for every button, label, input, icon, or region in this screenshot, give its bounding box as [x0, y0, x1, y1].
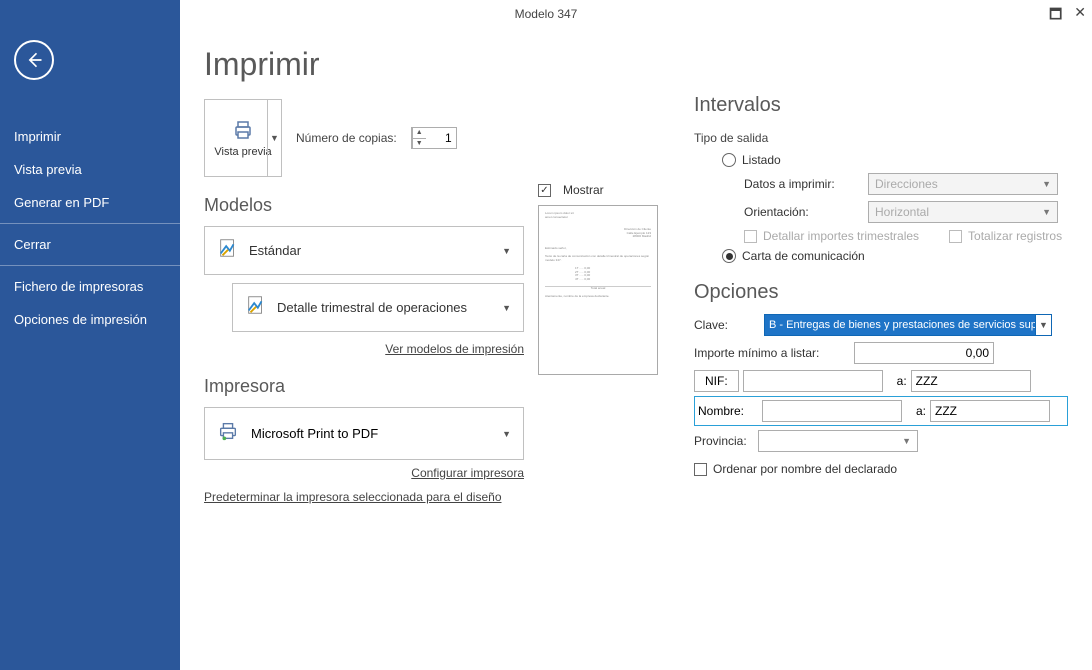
sidebar: Imprimir Vista previa Generar en PDF Cer… — [0, 0, 180, 670]
section-intervalos: Intervalos — [694, 94, 1068, 117]
copies-input[interactable] — [426, 128, 456, 148]
minimize-icon[interactable]: 🗖 — [1049, 4, 1062, 28]
link-ver-modelos[interactable]: Ver modelos de impresión — [385, 342, 524, 356]
document-preview[interactable]: Lorem ipsum dolor sitamet consectetur Di… — [538, 205, 658, 375]
orientacion-select: Horizontal▼ — [868, 201, 1058, 223]
mostrar-label: Mostrar — [563, 183, 604, 197]
chevron-down-icon[interactable]: ▼ — [502, 246, 511, 256]
page-title: Imprimir — [204, 46, 684, 83]
datos-imprimir-select: Direcciones▼ — [868, 173, 1058, 195]
orientacion-label: Orientación: — [744, 205, 868, 219]
sidebar-item-opciones-impresion[interactable]: Opciones de impresión — [0, 303, 180, 336]
radio-listado-row[interactable]: Listado — [694, 153, 1068, 167]
link-configurar-impresora[interactable]: Configurar impresora — [411, 466, 524, 480]
close-icon[interactable]: ✕ — [1074, 4, 1086, 28]
radio-listado-label: Listado — [742, 153, 781, 167]
radio-carta[interactable] — [722, 249, 736, 263]
nombre-group: Nombre: a: — [694, 396, 1068, 426]
modelo-detalle[interactable]: Detalle trimestral de operaciones ▼ — [232, 283, 524, 332]
ordenar-label: Ordenar por nombre del declarado — [713, 462, 897, 476]
printer-selector[interactable]: Microsoft Print to PDF ▼ — [204, 407, 524, 460]
modelo-detalle-label: Detalle trimestral de operaciones — [277, 300, 467, 315]
chevron-down-icon[interactable]: ▼ — [1035, 315, 1051, 335]
provincia-label: Provincia: — [694, 434, 758, 448]
printer-name: Microsoft Print to PDF — [251, 426, 378, 441]
modelo-estandar-label: Estándar — [249, 243, 301, 258]
nif-a-label: a: — [887, 374, 907, 388]
vista-previa-button[interactable]: Vista previa ▼ — [204, 99, 282, 177]
vista-previa-label: Vista previa — [214, 146, 271, 158]
radio-listado[interactable] — [722, 153, 736, 167]
provincia-select[interactable]: ▼ — [758, 430, 918, 452]
totalizar-checkbox — [949, 230, 962, 243]
printer-icon — [229, 118, 257, 142]
clave-select[interactable]: B - Entregas de bienes y prestaciones de… — [764, 314, 1052, 336]
detallar-label: Detallar importes trimestrales — [763, 229, 919, 243]
chevron-down-icon[interactable]: ▼ — [267, 100, 281, 176]
mostrar-checkbox[interactable]: ✓ — [538, 184, 551, 197]
tipo-salida-label: Tipo de salida — [694, 131, 1068, 145]
sidebar-item-cerrar[interactable]: Cerrar — [0, 228, 180, 261]
nif-from-input[interactable] — [743, 370, 883, 392]
totalizar-label: Totalizar registros — [968, 229, 1062, 243]
importe-min-input[interactable] — [854, 342, 994, 364]
radio-carta-row[interactable]: Carta de comunicación — [694, 249, 1068, 263]
nombre-from-input[interactable] — [762, 400, 902, 422]
printer-icon — [217, 420, 239, 447]
ordenar-checkbox[interactable] — [694, 463, 707, 476]
clave-label: Clave: — [694, 318, 764, 332]
link-predeterminar-impresora[interactable]: Predeterminar la impresora seleccionada … — [204, 490, 524, 504]
importe-min-label: Importe mínimo a listar: — [694, 346, 854, 360]
nombre-to-input[interactable] — [930, 400, 1050, 422]
nif-to-input[interactable] — [911, 370, 1031, 392]
chevron-down-icon[interactable]: ▼ — [502, 429, 511, 439]
window-title: Modelo 347 — [515, 7, 578, 21]
section-impresora: Impresora — [204, 376, 524, 397]
sidebar-item-imprimir[interactable]: Imprimir — [0, 120, 180, 153]
datos-imprimir-label: Datos a imprimir: — [744, 177, 868, 191]
modelo-estandar[interactable]: Estándar ▼ — [204, 226, 524, 275]
sidebar-item-vista-previa[interactable]: Vista previa — [0, 153, 180, 186]
document-icon — [217, 237, 239, 264]
back-button[interactable] — [14, 40, 54, 80]
section-opciones: Opciones — [694, 281, 1068, 304]
document-icon — [245, 294, 267, 321]
copies-up[interactable]: ▲ — [413, 128, 426, 139]
section-modelos: Modelos — [204, 195, 524, 216]
radio-carta-label: Carta de comunicación — [742, 249, 865, 263]
detallar-checkbox — [744, 230, 757, 243]
sidebar-item-fichero-impresoras[interactable]: Fichero de impresoras — [0, 270, 180, 303]
copies-label: Número de copias: — [296, 131, 397, 145]
copies-down[interactable]: ▼ — [413, 139, 426, 149]
nif-button[interactable]: NIF: — [694, 370, 739, 392]
chevron-down-icon[interactable]: ▼ — [502, 303, 511, 313]
nombre-a-label: a: — [906, 404, 926, 418]
sidebar-item-generar-pdf[interactable]: Generar en PDF — [0, 186, 180, 219]
nombre-label: Nombre: — [698, 404, 758, 418]
copies-stepper[interactable]: ▲▼ — [411, 127, 457, 149]
